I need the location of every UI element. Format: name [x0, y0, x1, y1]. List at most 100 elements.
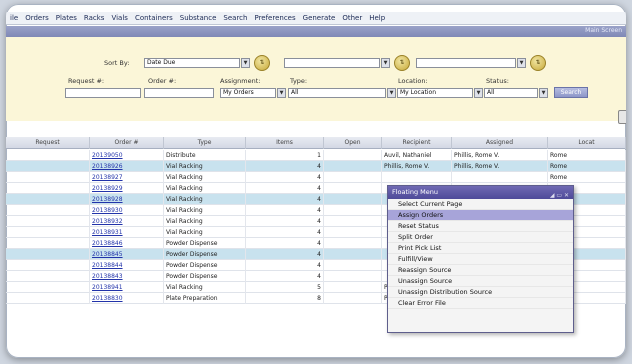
- sort-by-select[interactable]: Date Due: [144, 58, 240, 68]
- cell-type: Powder Dispense: [164, 238, 246, 249]
- cell-request: [6, 238, 90, 249]
- assignment-dropdown-icon[interactable]: ▼: [277, 88, 286, 98]
- menu-substance[interactable]: Substance: [180, 14, 217, 22]
- cell-request: [6, 227, 90, 238]
- order-link[interactable]: 20138830: [90, 293, 164, 304]
- assignment-select[interactable]: My Orders: [220, 88, 276, 98]
- order-link[interactable]: 20138844: [90, 260, 164, 271]
- column-header-request[interactable]: Request: [6, 137, 90, 149]
- sort-by-dropdown-icon[interactable]: ▼: [241, 58, 250, 68]
- sort-direction-icon[interactable]: ⇅: [254, 55, 270, 71]
- order-link[interactable]: 20138843: [90, 271, 164, 282]
- order-label: Order #:: [148, 77, 177, 85]
- cell-items: 1: [246, 150, 324, 161]
- cell-items: 4: [246, 249, 324, 260]
- order-link[interactable]: 20139050: [90, 150, 164, 161]
- status-dropdown-icon[interactable]: ▼: [539, 88, 548, 98]
- floating-menu-tools-icon[interactable]: ◢ ▭ ✕: [550, 189, 569, 202]
- cell-assigned: [452, 172, 548, 183]
- menu-search[interactable]: Search: [223, 14, 247, 22]
- sort-by-3-dropdown-icon[interactable]: ▼: [517, 58, 526, 68]
- order-link[interactable]: 20138928: [90, 194, 164, 205]
- main-screen-link[interactable]: Main Screen: [585, 27, 622, 34]
- status-label: Status:: [486, 77, 509, 85]
- menu-help[interactable]: Help: [369, 14, 385, 22]
- order-link[interactable]: 20138932: [90, 216, 164, 227]
- menu-generate[interactable]: Generate: [303, 14, 336, 22]
- column-header-items[interactable]: Items: [246, 137, 324, 149]
- menu-item-select-current-page[interactable]: Select Current Page: [388, 199, 573, 210]
- cell-type: Vial Racking: [164, 216, 246, 227]
- sort-by-2-dropdown-icon[interactable]: ▼: [381, 58, 390, 68]
- menu-containers[interactable]: Containers: [135, 14, 173, 22]
- cell-type: Vial Racking: [164, 205, 246, 216]
- location-dropdown-icon[interactable]: ▼: [474, 88, 483, 98]
- cell-items: 5: [246, 282, 324, 293]
- cell-type: Plate Preparation: [164, 293, 246, 304]
- menu-preferences[interactable]: Preferences: [254, 14, 295, 22]
- menu-item-clear-error-file[interactable]: Clear Error File: [388, 298, 573, 309]
- order-link[interactable]: 20138929: [90, 183, 164, 194]
- cell-request: [6, 150, 90, 161]
- menu-item-reset-status[interactable]: Reset Status: [388, 221, 573, 232]
- cell-request: [6, 194, 90, 205]
- sort-direction-2-icon[interactable]: ⇅: [394, 55, 410, 71]
- cell-request: [6, 183, 90, 194]
- column-header-assigned[interactable]: Assigned: [452, 137, 548, 149]
- menu-ile[interactable]: ile: [10, 14, 18, 22]
- cell-open: [324, 271, 382, 282]
- order-link[interactable]: 20138926: [90, 161, 164, 172]
- request-input[interactable]: [65, 88, 141, 98]
- cell-assigned: Phillis, Rome V.: [452, 161, 548, 172]
- location-select[interactable]: My Location: [397, 88, 473, 98]
- column-header-open[interactable]: Open: [324, 137, 382, 149]
- table-row[interactable]: 20139050 Distribute 1 Auvil, Nathaniel Phill…: [6, 150, 626, 161]
- menu-item-print-pick-list[interactable]: Print Pick List: [388, 243, 573, 254]
- column-header-location[interactable]: Locat: [548, 137, 626, 149]
- sort-by-label: Sort By:: [104, 59, 130, 67]
- order-link[interactable]: 20138846: [90, 238, 164, 249]
- cell-request: [6, 260, 90, 271]
- menu-item-reassign-source[interactable]: Reassign Source: [388, 265, 573, 276]
- cell-type: Powder Dispense: [164, 271, 246, 282]
- column-header-type[interactable]: Type: [164, 137, 246, 149]
- table-row[interactable]: 20138926 Vial Racking 4 Phillis, Rome V. Phi…: [6, 161, 626, 172]
- order-link[interactable]: 20138941: [90, 282, 164, 293]
- menu-vials[interactable]: Vials: [111, 14, 127, 22]
- menu-item-unassign-distribution-source[interactable]: Unassign Distribution Source: [388, 287, 573, 298]
- cell-items: 4: [246, 227, 324, 238]
- status-select[interactable]: All: [484, 88, 538, 98]
- order-link[interactable]: 20138927: [90, 172, 164, 183]
- order-link[interactable]: 20138930: [90, 205, 164, 216]
- cell-request: [6, 161, 90, 172]
- menu-bar: ile Orders Plates Racks Vials Containers Subst…: [6, 12, 626, 25]
- table-row[interactable]: 20138927 Vial Racking 4 Rome: [6, 172, 626, 183]
- order-link[interactable]: 20138845: [90, 249, 164, 260]
- order-input[interactable]: [144, 88, 214, 98]
- cell-open: [324, 227, 382, 238]
- sort-by-2-select[interactable]: [284, 58, 380, 68]
- sort-direction-3-icon[interactable]: ⇅: [530, 55, 546, 71]
- column-header-order[interactable]: Order #: [90, 137, 164, 149]
- floating-menu-title[interactable]: Floating Menu ◢ ▭ ✕: [388, 186, 573, 199]
- menu-racks[interactable]: Racks: [84, 14, 105, 22]
- cell-items: 4: [246, 205, 324, 216]
- cell-request: [6, 172, 90, 183]
- menu-orders[interactable]: Orders: [25, 14, 49, 22]
- type-dropdown-icon[interactable]: ▼: [387, 88, 396, 98]
- menu-item-split-order[interactable]: Split Order: [388, 232, 573, 243]
- cell-open: [324, 183, 382, 194]
- menu-item-fulfill-view[interactable]: Fulfill/View: [388, 254, 573, 265]
- cell-open: [324, 161, 382, 172]
- menu-item-unassign-source[interactable]: Unassign Source: [388, 276, 573, 287]
- order-link[interactable]: 20138931: [90, 227, 164, 238]
- type-select[interactable]: All: [288, 88, 386, 98]
- column-header-recipient[interactable]: Recipient: [382, 137, 452, 149]
- cell-items: 4: [246, 271, 324, 282]
- menu-item-assign-orders[interactable]: Assign Orders: [388, 210, 573, 221]
- menu-plates[interactable]: Plates: [56, 14, 77, 22]
- panel-toggle-icon[interactable]: [618, 110, 626, 124]
- search-button[interactable]: Search: [554, 87, 588, 98]
- menu-other[interactable]: Other: [342, 14, 362, 22]
- sort-by-3-select[interactable]: [416, 58, 516, 68]
